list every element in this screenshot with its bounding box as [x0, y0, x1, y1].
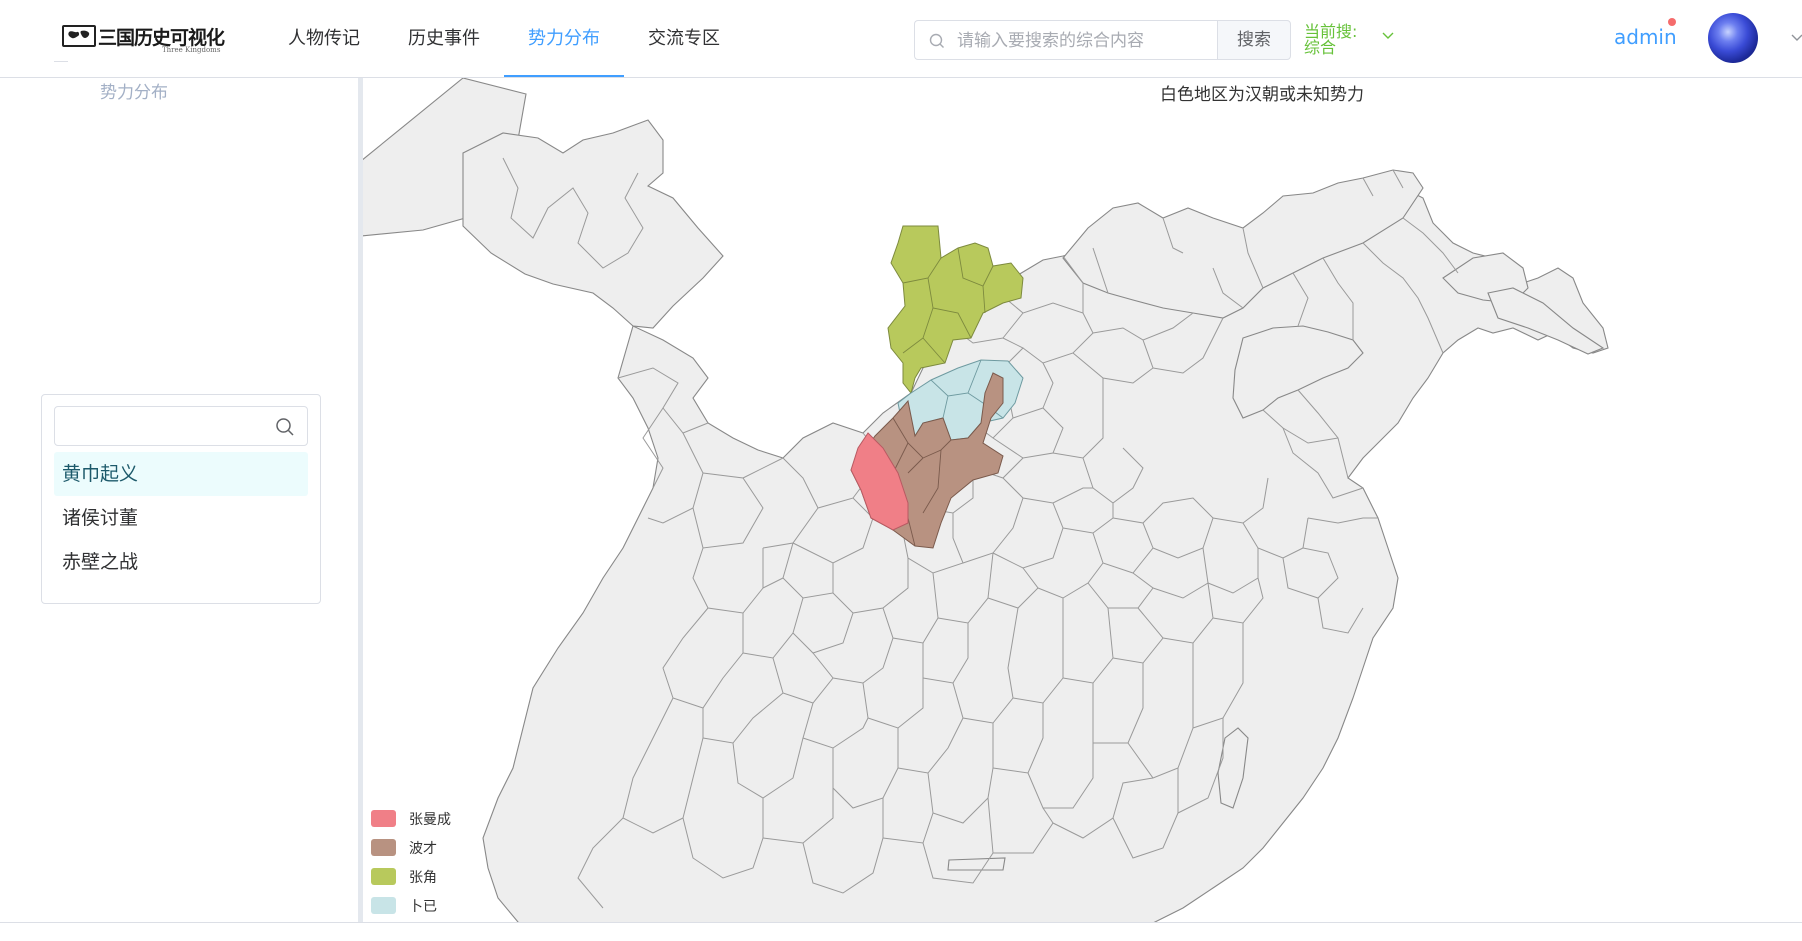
- search-icon: [929, 33, 944, 48]
- event-item-red-cliffs[interactable]: 赤壁之战: [54, 540, 308, 584]
- legend-swatch: [371, 839, 396, 856]
- legend-item-bocai[interactable]: 波才: [371, 837, 491, 859]
- han-dynasty-map[interactable]: .prov { fill:#eeeeee; stroke:#888; strok…: [363, 78, 1802, 923]
- power-map[interactable]: .prov { fill:#eeeeee; stroke:#888; strok…: [363, 78, 1802, 923]
- username[interactable]: admin: [1614, 25, 1677, 49]
- current-search-type[interactable]: 当前搜: 综合: [1304, 24, 1366, 56]
- tree-filter-input[interactable]: [54, 406, 308, 446]
- top-navbar: 三国历史可视化 Three Kingdoms 人物传记 历史事件 势力分布 交流…: [0, 0, 1802, 78]
- current-search-value: 综合: [1304, 38, 1337, 57]
- notification-dot: [1668, 18, 1676, 26]
- legend-label: 卜已: [409, 899, 437, 915]
- world-map-icon: [62, 25, 96, 47]
- bottom-scrollbar[interactable]: [0, 922, 1802, 941]
- event-tree-card: 黄巾起义 诸侯讨董 赤壁之战: [41, 394, 321, 604]
- legend-label: 波才: [409, 841, 437, 857]
- event-item-coalition-against-dong[interactable]: 诸侯讨董: [54, 496, 308, 540]
- legend-swatch: [371, 868, 396, 885]
- legend-item-buji[interactable]: 卜已: [371, 895, 491, 917]
- legend-item-zhangjiao[interactable]: 张角: [371, 866, 491, 888]
- map-note: 白色地区为汉朝或未知势力: [1160, 85, 1364, 105]
- legend-label: 张角: [409, 870, 437, 886]
- legend-swatch: [371, 810, 396, 827]
- legend-label: 张曼成: [409, 812, 451, 828]
- nav-power-distribution[interactable]: 势力分布: [504, 0, 624, 77]
- main-nav: 人物传记 历史事件 势力分布 交流专区: [264, 0, 744, 77]
- event-sidebar: 势力分布 黄巾起义 诸侯讨董 赤壁之战: [0, 61, 360, 923]
- app-subtitle: Three Kingdoms: [162, 46, 221, 54]
- sidebar-title: 势力分布: [100, 83, 168, 103]
- global-search: 搜索: [914, 20, 1291, 60]
- nav-forum[interactable]: 交流专区: [624, 0, 744, 77]
- search-button[interactable]: 搜索: [1217, 20, 1291, 60]
- chevron-down-icon[interactable]: [1381, 30, 1395, 40]
- nav-events[interactable]: 历史事件: [384, 0, 504, 77]
- app-logo[interactable]: 三国历史可视化 Three Kingdoms: [62, 22, 232, 56]
- divider: [54, 61, 68, 62]
- chevron-down-icon[interactable]: [1790, 32, 1802, 42]
- search-box: [914, 20, 1217, 60]
- search-icon[interactable]: [275, 417, 295, 437]
- legend-item-zhangmancheng[interactable]: 张曼成: [371, 808, 491, 830]
- legend-swatch: [371, 897, 396, 914]
- event-item-yellow-turban[interactable]: 黄巾起义: [54, 452, 308, 496]
- avatar[interactable]: [1708, 13, 1758, 63]
- search-input[interactable]: [955, 22, 1209, 60]
- nav-people[interactable]: 人物传记: [264, 0, 384, 77]
